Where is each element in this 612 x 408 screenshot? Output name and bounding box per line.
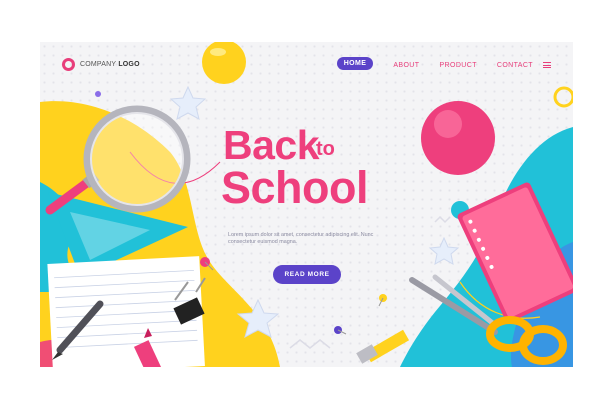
- nav-product[interactable]: PRODUCT: [439, 62, 476, 69]
- nav-contact[interactable]: CONTACT: [497, 62, 533, 69]
- hero-description: Lorem ipsum dolor sit amet, consectetur …: [228, 232, 374, 245]
- company-logo[interactable]: COMPANY LOGO: [62, 58, 140, 71]
- site-header: COMPANY LOGO HOME ABOUT PRODUCT CONTACT: [40, 42, 573, 82]
- read-more-button[interactable]: READ MORE: [273, 265, 341, 284]
- title-to: to: [316, 138, 335, 160]
- hamburger-menu-icon[interactable]: [543, 62, 551, 69]
- landing-card: COMPANY LOGO HOME ABOUT PRODUCT CONTACT …: [40, 42, 573, 367]
- pink-ball: [421, 101, 495, 175]
- main-nav: HOME ABOUT PRODUCT CONTACT: [336, 57, 551, 70]
- ring-icon: [62, 58, 75, 71]
- title-school: School: [221, 162, 369, 213]
- nav-about[interactable]: ABOUT: [393, 62, 419, 69]
- nav-home[interactable]: HOME: [336, 57, 374, 70]
- logo-text: COMPANY LOGO: [80, 61, 140, 68]
- yellow-ring: [553, 86, 573, 108]
